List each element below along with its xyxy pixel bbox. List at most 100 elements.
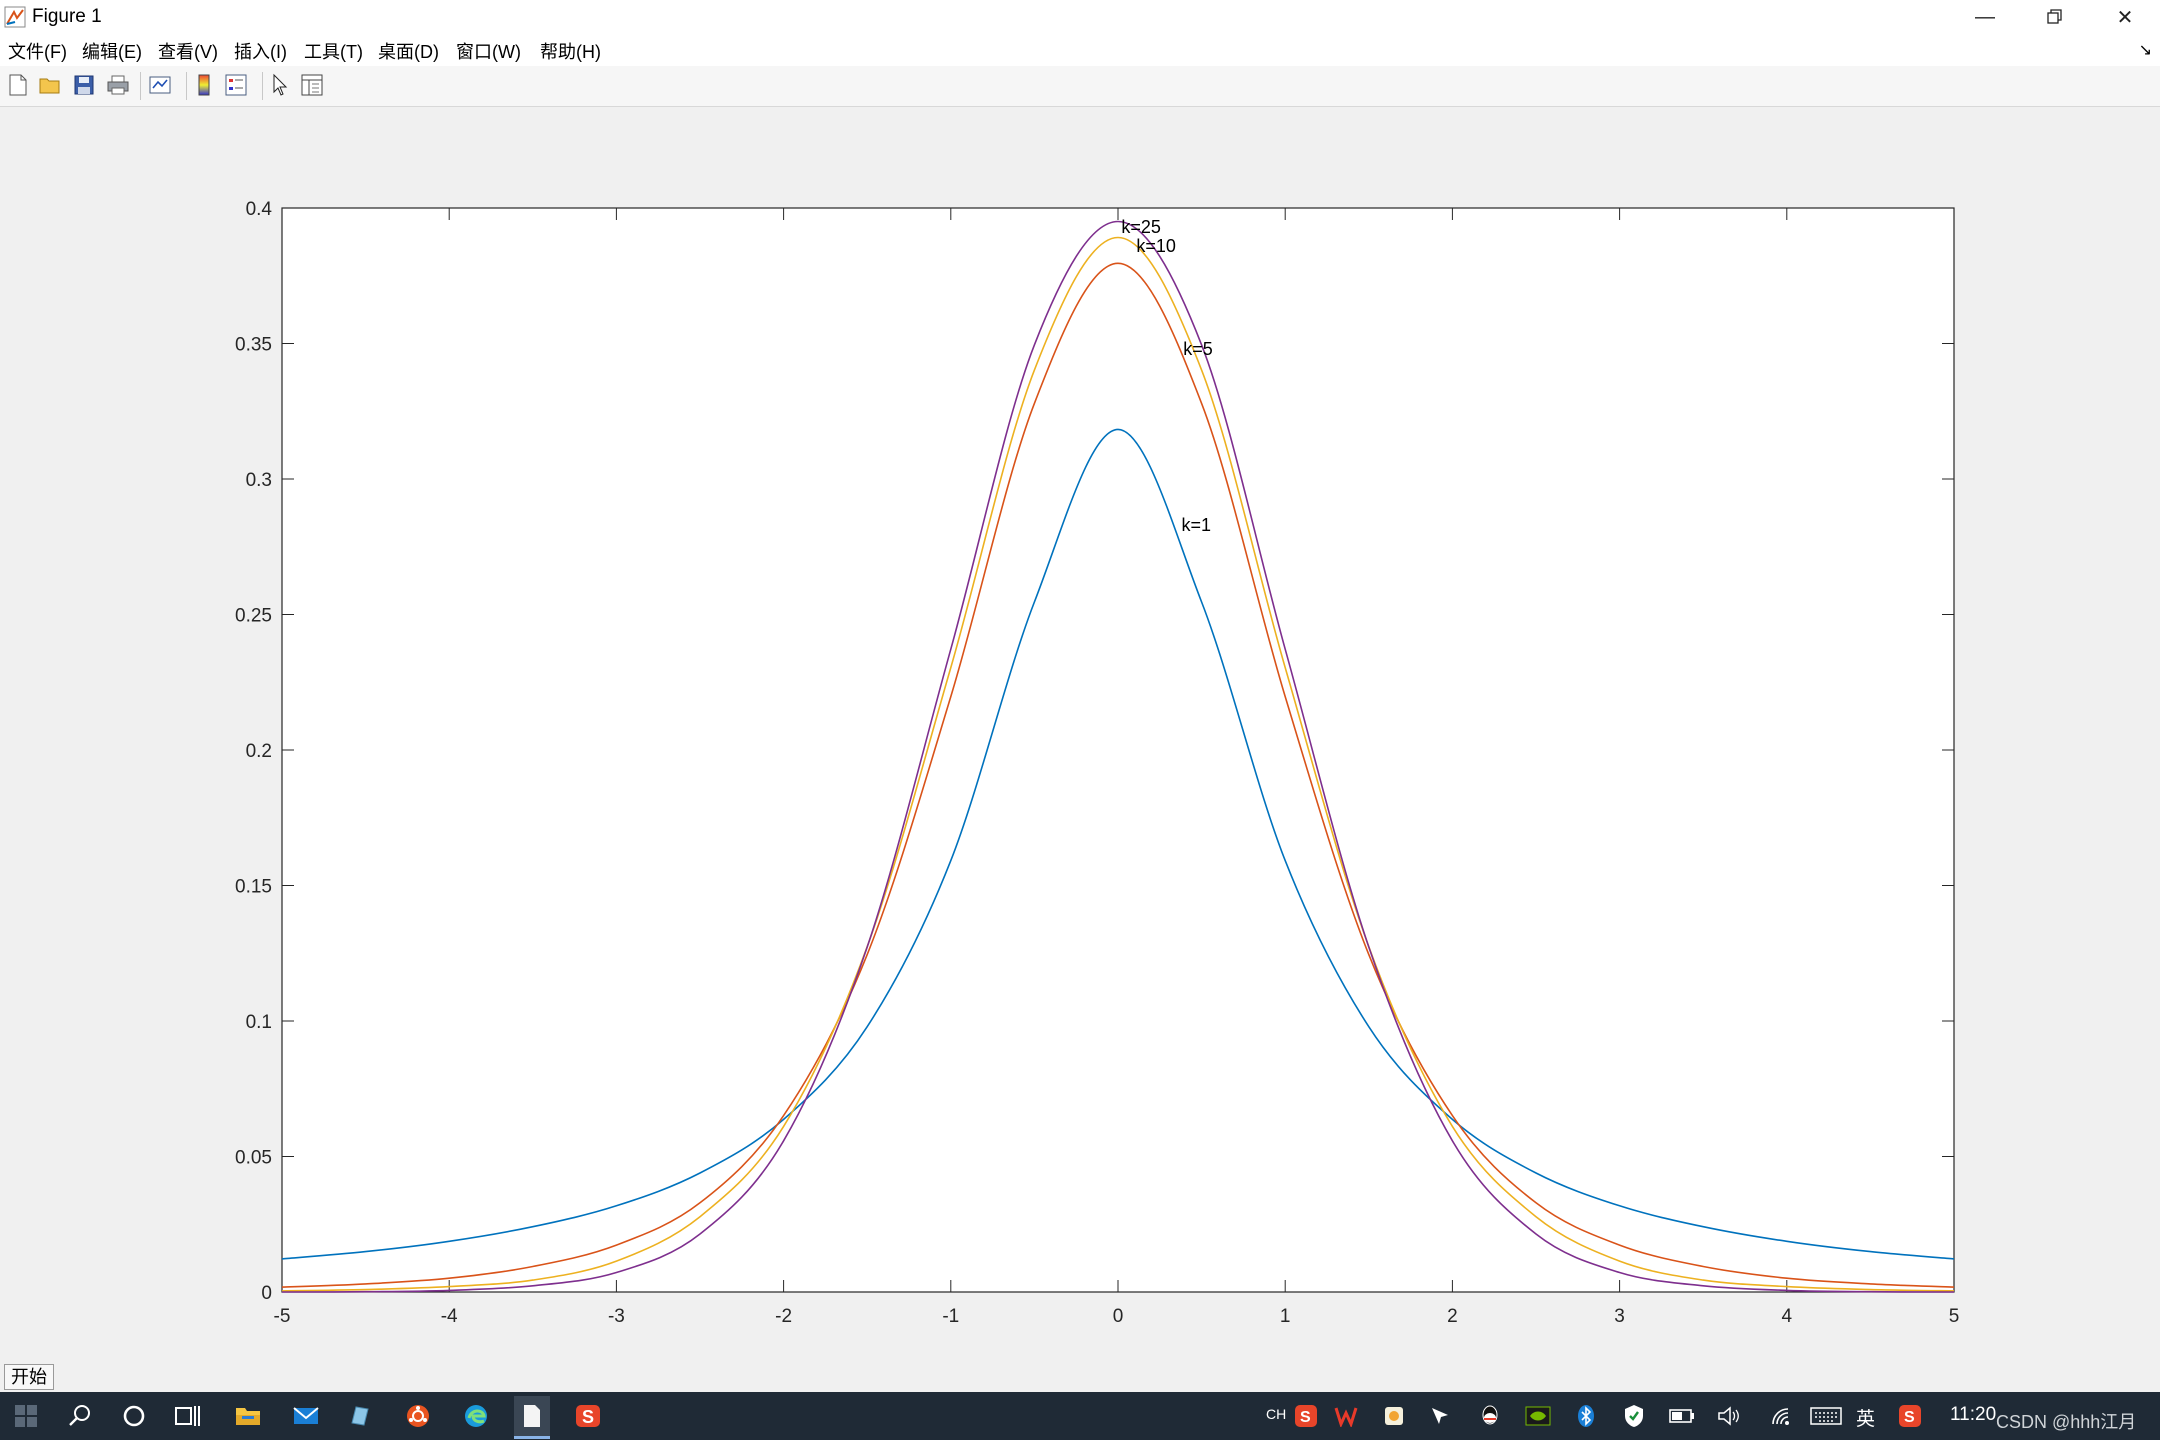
task-view-button[interactable] xyxy=(172,1400,204,1432)
file-explorer-icon xyxy=(236,1408,260,1425)
menu-window[interactable]: 窗口(W) xyxy=(456,38,521,64)
tray-battery[interactable] xyxy=(1666,1400,1698,1432)
line-label: k=10 xyxy=(1136,236,1176,256)
file-explorer-button[interactable] xyxy=(232,1400,264,1432)
clock[interactable]: 11:20 xyxy=(1950,1404,1996,1426)
x-tick-label: -4 xyxy=(441,1306,458,1327)
minimize-button[interactable]: — xyxy=(1950,0,2020,34)
x-tick-label: 3 xyxy=(1614,1306,1625,1327)
save-button[interactable] xyxy=(70,71,98,99)
tray-qq[interactable] xyxy=(1474,1400,1506,1432)
restore-button[interactable] xyxy=(2020,0,2090,34)
task-view-icon xyxy=(175,1406,200,1426)
y-tick-label: 0 xyxy=(261,1283,272,1304)
edit-plot-button[interactable] xyxy=(266,71,294,99)
sogou-icon: S xyxy=(1295,1405,1317,1427)
notepad-button[interactable] xyxy=(514,1396,550,1439)
wps-icon xyxy=(1334,1407,1358,1427)
sogou-button[interactable]: S xyxy=(572,1400,604,1432)
bluetooth-icon xyxy=(1578,1405,1594,1427)
shield-icon xyxy=(1625,1405,1643,1427)
x-tick-label: -2 xyxy=(775,1306,792,1327)
line-label: k=25 xyxy=(1121,217,1161,237)
menu-help[interactable]: 帮助(H) xyxy=(540,38,601,64)
search-icon xyxy=(69,1405,90,1426)
y-tick-label: 0.4 xyxy=(246,199,273,220)
property-inspector-button[interactable] xyxy=(298,71,326,99)
watermark: CSDN @hhh江月 xyxy=(1996,1412,2137,1432)
close-icon: ✕ xyxy=(2116,6,2134,29)
line-plot[interactable]: -5 -4 -3 -2 -1 0 1 2 3 4 5 0 0.05 0.1 0.15 0.2 0.25 0.3 0.… xyxy=(0,107,2160,1392)
line-label: k=1 xyxy=(1182,515,1212,535)
x-tick-label: -3 xyxy=(608,1306,625,1327)
legend-icon xyxy=(225,74,247,96)
menu-edit[interactable]: 编辑(E) xyxy=(82,38,142,64)
open-icon xyxy=(39,78,60,94)
print-icon xyxy=(107,75,129,95)
start-menu-button[interactable] xyxy=(10,1400,42,1432)
x-tick-label: -1 xyxy=(942,1306,959,1327)
x-tick-label: 0 xyxy=(1113,1306,1124,1327)
menu-desktop[interactable]: 桌面(D) xyxy=(378,38,439,64)
tray-security[interactable] xyxy=(1618,1400,1650,1432)
cortana-icon xyxy=(123,1405,145,1427)
legend-button[interactable] xyxy=(222,71,250,99)
window-title: Figure 1 xyxy=(32,6,102,27)
windows-taskbar: S CH S 英 S 11:20 CSDN @hhh江月 xyxy=(0,1392,2160,1440)
svg-text:S: S xyxy=(1300,1409,1311,1426)
x-tick-label: 4 xyxy=(1782,1306,1793,1327)
windows-start-icon xyxy=(15,1405,37,1427)
menu-insert[interactable]: 插入(I) xyxy=(234,38,287,64)
edge-icon xyxy=(465,1405,487,1427)
ubuntu-button[interactable] xyxy=(402,1400,434,1432)
menu-tools[interactable]: 工具(T) xyxy=(304,38,363,64)
svg-text:S: S xyxy=(582,1407,594,1427)
y-tick-label: 0.3 xyxy=(246,470,272,491)
close-button[interactable]: ✕ xyxy=(2090,0,2160,34)
sogou-icon: S xyxy=(1899,1405,1921,1427)
menu-file[interactable]: 文件(F) xyxy=(8,38,67,64)
open-file-button[interactable] xyxy=(36,71,64,99)
wifi-icon xyxy=(1772,1408,1789,1425)
title-bar: Figure 1 — ✕ xyxy=(0,0,2160,34)
tray-network[interactable] xyxy=(1766,1400,1798,1432)
tray-volume[interactable] xyxy=(1714,1400,1746,1432)
nvidia-icon xyxy=(1525,1406,1551,1426)
new-figure-icon xyxy=(9,74,27,96)
keyboard-icon xyxy=(1810,1407,1842,1425)
y-tick-label: 0.15 xyxy=(235,877,272,898)
tray-nvidia[interactable] xyxy=(1522,1400,1554,1432)
app-button[interactable] xyxy=(344,1400,376,1432)
x-tick-label: 1 xyxy=(1280,1306,1291,1327)
menu-view[interactable]: 查看(V) xyxy=(158,38,218,64)
tray-sogou-2[interactable]: S xyxy=(1894,1400,1926,1432)
cortana-button[interactable] xyxy=(118,1400,150,1432)
x-tick-label: 5 xyxy=(1949,1306,1960,1327)
edge-button[interactable] xyxy=(460,1400,492,1432)
toolbar-separator xyxy=(140,72,141,100)
tray-app[interactable] xyxy=(1378,1400,1410,1432)
colorbar-button[interactable] xyxy=(190,71,218,99)
tray-pointer[interactable] xyxy=(1424,1400,1456,1432)
y-tick-label: 0.25 xyxy=(235,606,272,627)
start-button[interactable]: 开始 xyxy=(4,1364,54,1390)
print-button[interactable] xyxy=(104,71,132,99)
dock-arrow-icon[interactable]: ↘ xyxy=(2139,40,2152,60)
pointer-icon xyxy=(1432,1408,1448,1424)
line-label: k=5 xyxy=(1183,339,1213,359)
search-button[interactable] xyxy=(64,1400,96,1432)
tray-bluetooth[interactable] xyxy=(1570,1400,1602,1432)
link-plot-icon xyxy=(149,76,171,94)
ime-code[interactable]: CH xyxy=(1266,1406,1286,1422)
tray-sogou[interactable]: S xyxy=(1290,1400,1322,1432)
tray-wps[interactable] xyxy=(1330,1400,1362,1432)
new-figure-button[interactable] xyxy=(4,71,32,99)
sogou-icon: S xyxy=(576,1405,600,1427)
mail-button[interactable] xyxy=(290,1400,322,1432)
ime-language[interactable]: 英 xyxy=(1856,1404,1875,1431)
qq-icon xyxy=(1482,1405,1498,1425)
y-tick-label: 0.2 xyxy=(246,741,272,762)
tray-keyboard[interactable] xyxy=(1810,1400,1842,1432)
restore-icon xyxy=(2047,9,2062,24)
link-plot-button[interactable] xyxy=(146,71,174,99)
